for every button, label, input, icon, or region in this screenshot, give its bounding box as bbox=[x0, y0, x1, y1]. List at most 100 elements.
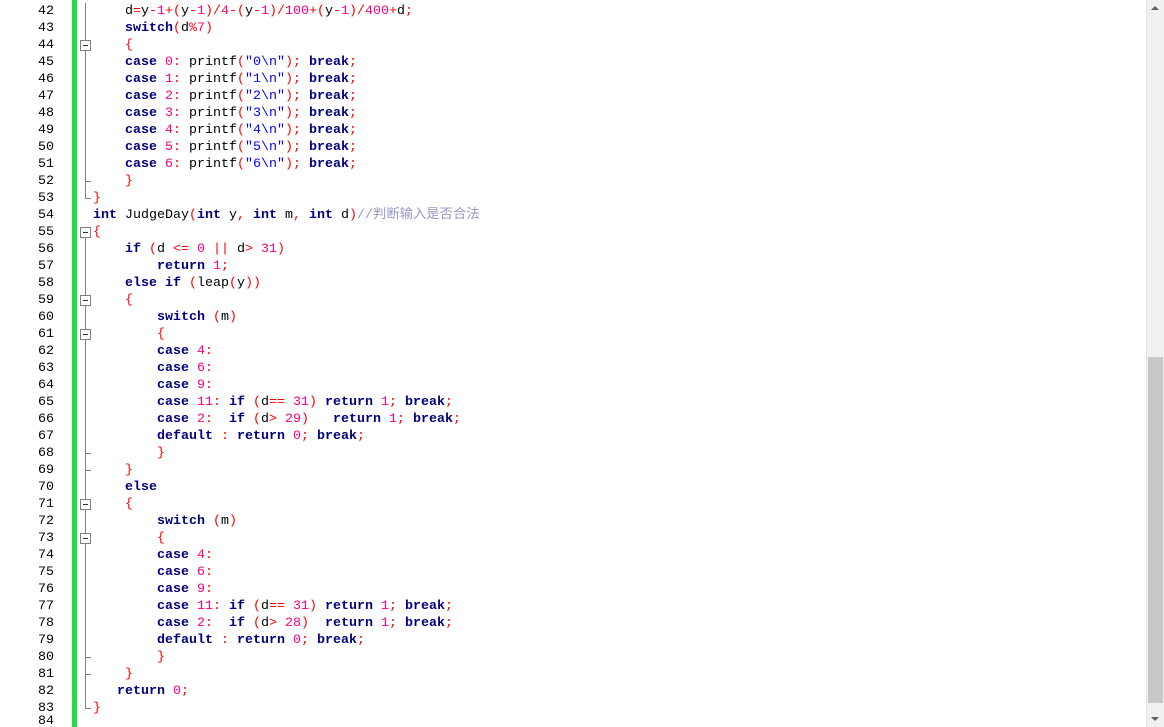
line-number[interactable]: 47 bbox=[0, 88, 54, 105]
fold-minus-box-icon[interactable] bbox=[77, 292, 92, 309]
editor-row[interactable]: 56 if (d <= 0 || d> 31) bbox=[0, 241, 1146, 258]
vertical-scrollbar[interactable] bbox=[1146, 0, 1164, 727]
editor-row[interactable]: 55 { bbox=[0, 224, 1146, 241]
code-line[interactable]: case 1: printf("1\n"); break; bbox=[93, 71, 357, 88]
line-number[interactable]: 48 bbox=[0, 105, 54, 122]
line-number[interactable]: 63 bbox=[0, 360, 54, 377]
editor-row[interactable]: 68 } bbox=[0, 445, 1146, 462]
code-line[interactable]: case 4: printf("4\n"); break; bbox=[93, 122, 357, 139]
line-number[interactable]: 51 bbox=[0, 156, 54, 173]
editor-row[interactable]: 54 int JudgeDay(int y, int m, int d)//判断输… bbox=[0, 207, 1146, 224]
code-line[interactable]: case 11: if (d== 31) return 1; break; bbox=[93, 598, 453, 615]
line-number[interactable]: 54 bbox=[0, 207, 54, 224]
code-line[interactable]: return 0; bbox=[93, 683, 189, 700]
line-number[interactable]: 43 bbox=[0, 20, 54, 37]
line-number[interactable]: 81 bbox=[0, 666, 54, 683]
editor-row[interactable]: 60 switch (m) bbox=[0, 309, 1146, 326]
editor-row[interactable]: 59 { bbox=[0, 292, 1146, 309]
code-line[interactable]: { bbox=[93, 224, 101, 241]
line-number[interactable]: 66 bbox=[0, 411, 54, 428]
line-number[interactable]: 82 bbox=[0, 683, 54, 700]
code-line[interactable]: } bbox=[93, 462, 133, 479]
editor-row[interactable]: 83} bbox=[0, 700, 1146, 717]
line-number[interactable]: 74 bbox=[0, 547, 54, 564]
line-number[interactable]: 71 bbox=[0, 496, 54, 513]
editor-row[interactable]: 62 case 4: bbox=[0, 343, 1146, 360]
code-line[interactable]: case 6: bbox=[93, 564, 213, 581]
line-number[interactable]: 69 bbox=[0, 462, 54, 479]
code-line[interactable]: case 4: bbox=[93, 547, 213, 564]
editor-row[interactable]: 46 case 1: printf("1\n"); break; bbox=[0, 71, 1146, 88]
code-line[interactable]: switch(d%7) bbox=[93, 20, 213, 37]
editor-row[interactable]: 79 default : return 0; break; bbox=[0, 632, 1146, 649]
editor-row[interactable]: 73 { bbox=[0, 530, 1146, 547]
code-line[interactable]: { bbox=[93, 292, 133, 309]
editor-row[interactable]: 52 } bbox=[0, 173, 1146, 190]
code-line[interactable]: } bbox=[93, 190, 101, 207]
editor-row[interactable]: 48 case 3: printf("3\n"); break; bbox=[0, 105, 1146, 122]
code-line[interactable]: } bbox=[93, 173, 133, 190]
line-number[interactable]: 49 bbox=[0, 122, 54, 139]
code-line[interactable]: case 0: printf("0\n"); break; bbox=[93, 54, 357, 71]
editor-row[interactable]: 61 { bbox=[0, 326, 1146, 343]
editor-row[interactable]: 51 case 6: printf("6\n"); break; bbox=[0, 156, 1146, 173]
line-number[interactable]: 50 bbox=[0, 139, 54, 156]
code-line[interactable]: int JudgeDay(int y, int m, int d)//判断输入是… bbox=[93, 207, 480, 224]
editor-row[interactable]: 44 { bbox=[0, 37, 1146, 54]
code-line[interactable]: else bbox=[93, 479, 157, 496]
line-number[interactable]: 57 bbox=[0, 258, 54, 275]
line-number[interactable]: 70 bbox=[0, 479, 54, 496]
code-line[interactable]: case 2: if (d> 29) return 1; break; bbox=[93, 411, 461, 428]
editor-row[interactable]: 75 case 6: bbox=[0, 564, 1146, 581]
fold-minus-box-icon[interactable] bbox=[77, 530, 92, 547]
editor-row[interactable]: 72 switch (m) bbox=[0, 513, 1146, 530]
line-number[interactable]: 68 bbox=[0, 445, 54, 462]
code-line[interactable]: { bbox=[93, 496, 133, 513]
line-number[interactable]: 55 bbox=[0, 224, 54, 241]
code-line[interactable]: { bbox=[93, 326, 165, 343]
code-line[interactable]: case 9: bbox=[93, 581, 213, 598]
line-number[interactable]: 73 bbox=[0, 530, 54, 547]
scroll-down-button[interactable] bbox=[1147, 710, 1164, 727]
editor-row[interactable]: 53} bbox=[0, 190, 1146, 207]
fold-minus-box-icon[interactable] bbox=[77, 224, 92, 241]
code-line[interactable]: switch (m) bbox=[93, 513, 237, 530]
scroll-thumb[interactable] bbox=[1148, 356, 1163, 704]
editor-row[interactable]: 43 switch(d%7) bbox=[0, 20, 1146, 37]
line-number[interactable]: 62 bbox=[0, 343, 54, 360]
editor-row[interactable]: 67 default : return 0; break; bbox=[0, 428, 1146, 445]
line-number[interactable]: 59 bbox=[0, 292, 54, 309]
editor-row[interactable]: 77 case 11: if (d== 31) return 1; break; bbox=[0, 598, 1146, 615]
editor-row[interactable]: 65 case 11: if (d== 31) return 1; break; bbox=[0, 394, 1146, 411]
code-line[interactable]: return 1; bbox=[93, 258, 229, 275]
code-line[interactable]: case 2: printf("2\n"); break; bbox=[93, 88, 357, 105]
fold-minus-box-icon[interactable] bbox=[77, 496, 92, 513]
code-line[interactable]: } bbox=[93, 649, 165, 666]
code-line[interactable]: if (d <= 0 || d> 31) bbox=[93, 241, 285, 258]
editor-row[interactable]: 71 { bbox=[0, 496, 1146, 513]
editor-row[interactable]: 45 case 0: printf("0\n"); break; bbox=[0, 54, 1146, 71]
line-number[interactable]: 77 bbox=[0, 598, 54, 615]
code-editor[interactable]: 42 d=y-1+(y-1)/4-(y-1)/100+(y-1)/400+d; 4… bbox=[0, 0, 1146, 727]
fold-minus-box-icon[interactable] bbox=[77, 37, 92, 54]
editor-row[interactable]: 50 case 5: printf("5\n"); break; bbox=[0, 139, 1146, 156]
line-number[interactable]: 79 bbox=[0, 632, 54, 649]
editor-row[interactable]: 84 bbox=[0, 715, 1146, 727]
code-line[interactable]: case 11: if (d== 31) return 1; break; bbox=[93, 394, 453, 411]
line-number[interactable]: 64 bbox=[0, 377, 54, 394]
editor-row[interactable]: 80 } bbox=[0, 649, 1146, 666]
editor-row[interactable]: 78 case 2: if (d> 28) return 1; break; bbox=[0, 615, 1146, 632]
code-line[interactable]: { bbox=[93, 37, 133, 54]
editor-row[interactable]: 81 } bbox=[0, 666, 1146, 683]
code-line[interactable]: } bbox=[93, 700, 101, 717]
scroll-up-button[interactable] bbox=[1147, 0, 1164, 17]
fold-minus-box-icon[interactable] bbox=[77, 326, 92, 343]
code-line[interactable]: d=y-1+(y-1)/4-(y-1)/100+(y-1)/400+d; bbox=[93, 3, 413, 20]
code-line[interactable]: } bbox=[93, 666, 133, 683]
editor-row[interactable]: 66 case 2: if (d> 29) return 1; break; bbox=[0, 411, 1146, 428]
code-line[interactable]: case 6: bbox=[93, 360, 213, 377]
line-number[interactable]: 53 bbox=[0, 190, 54, 207]
code-line[interactable]: switch (m) bbox=[93, 309, 237, 326]
scroll-track[interactable] bbox=[1147, 17, 1164, 710]
line-number[interactable]: 42 bbox=[0, 3, 54, 20]
